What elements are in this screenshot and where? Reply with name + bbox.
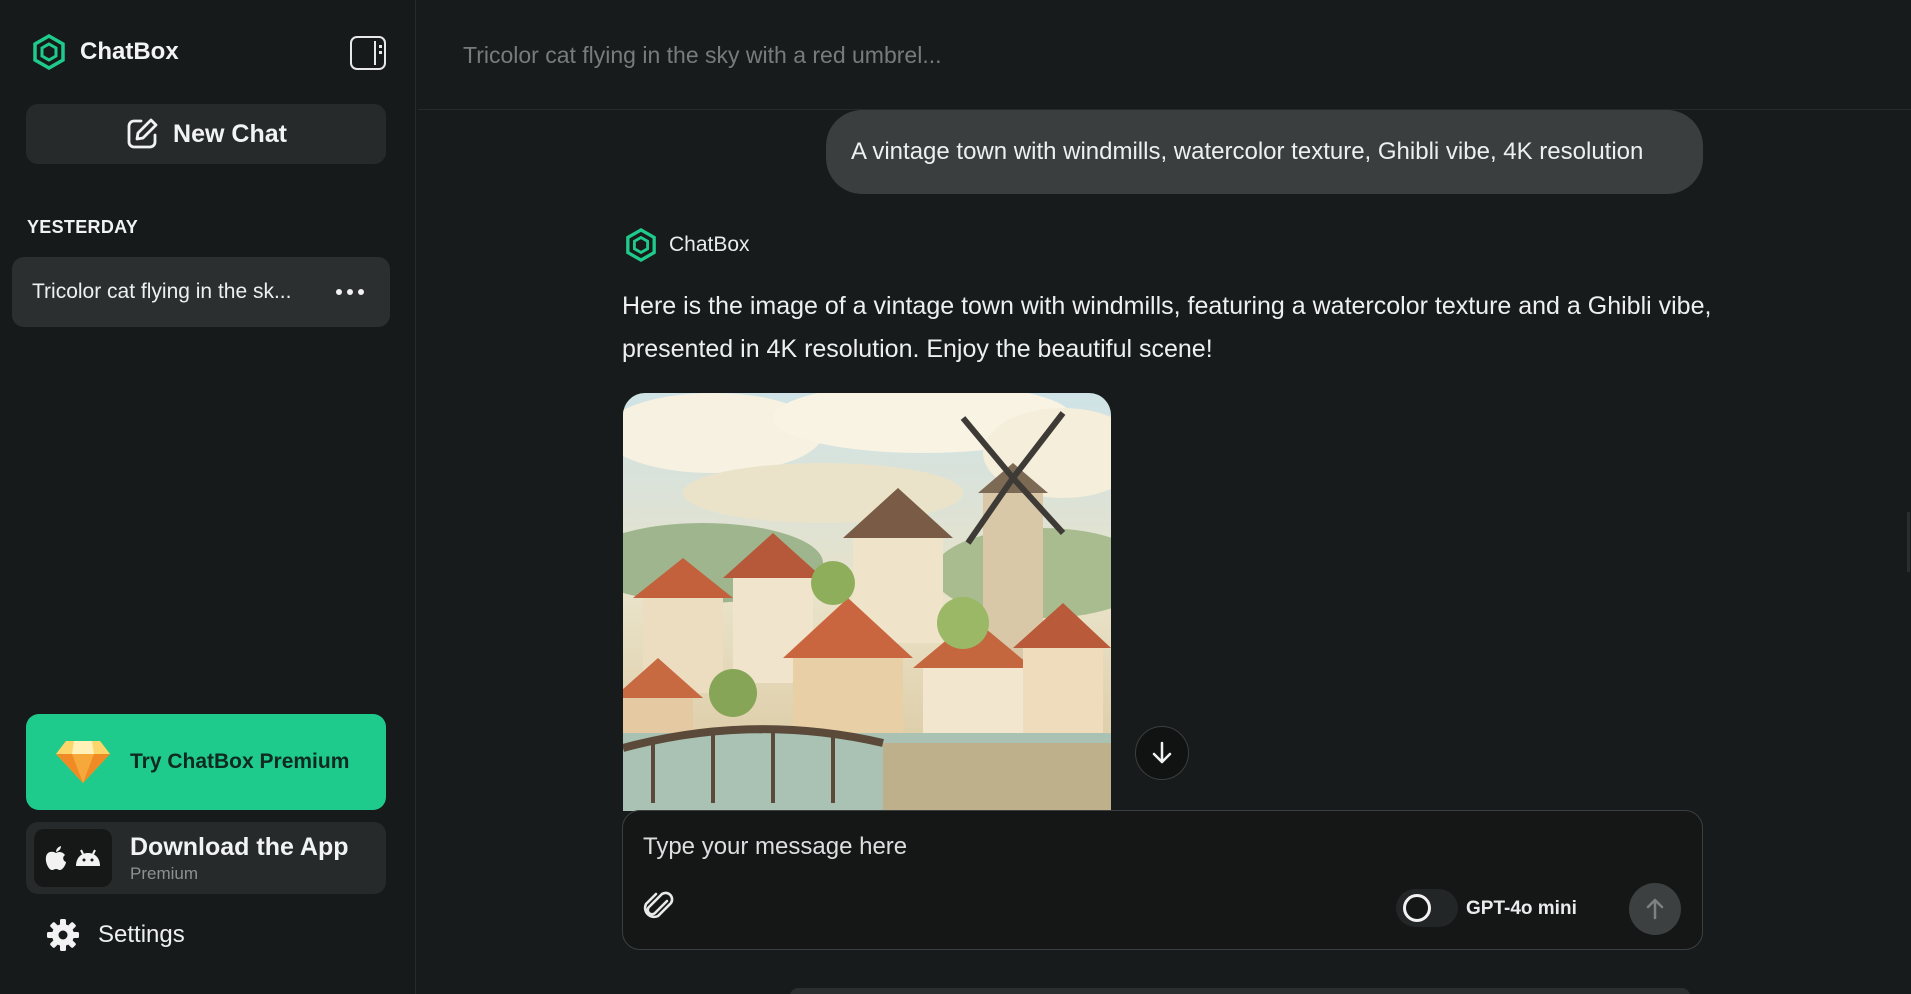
chat-title[interactable]: Tricolor cat flying in the sky with a re… <box>463 42 942 69</box>
download-app-button[interactable]: Download the App Premium <box>26 822 386 894</box>
arrow-up-icon <box>1646 898 1664 920</box>
bot-message-text: Here is the image of a vintage town with… <box>622 292 1712 363</box>
history-section-label: YESTERDAY <box>27 217 139 237</box>
platform-icons <box>34 829 112 887</box>
bottom-edge-element <box>790 988 1690 994</box>
model-label[interactable]: GPT-4o mini <box>1466 898 1577 920</box>
brand[interactable]: ChatBox <box>32 34 179 70</box>
message-composer: GPT-4o mini <box>622 810 1703 950</box>
watercolor-town-image[interactable] <box>623 393 1111 811</box>
edit-icon <box>127 118 158 149</box>
chat-header: Tricolor cat flying in the sky with a re… <box>418 0 1911 110</box>
gear-icon <box>47 919 79 951</box>
history-item[interactable]: Tricolor cat flying in the sk... <box>12 257 390 327</box>
download-text: Download the App Premium <box>130 833 349 884</box>
more-icon[interactable] <box>330 283 370 301</box>
toggle-knob <box>1403 894 1431 922</box>
diamond-icon <box>56 741 110 783</box>
logo-icon <box>626 228 656 262</box>
download-subtitle: Premium <box>130 863 199 883</box>
model-toggle[interactable] <box>1396 889 1458 927</box>
android-icon <box>76 849 100 866</box>
arrow-down-icon <box>1152 741 1172 764</box>
apple-icon <box>45 846 66 870</box>
paperclip-icon[interactable] <box>643 889 675 928</box>
new-chat-button[interactable]: New Chat <box>26 104 386 164</box>
logo-icon <box>33 34 65 70</box>
message-input[interactable] <box>643 829 1543 865</box>
bot-name: ChatBox <box>669 233 750 256</box>
sidebar-toggle-icon[interactable] <box>350 36 386 70</box>
bot-message-header: ChatBox <box>625 228 750 262</box>
premium-button[interactable]: Try ChatBox Premium <box>26 714 386 810</box>
user-message-bubble: A vintage town with windmills, watercolo… <box>826 110 1703 194</box>
generated-image <box>623 393 1111 811</box>
brand-title: ChatBox <box>80 38 179 65</box>
sidebar: ChatBox New Chat YESTERDAY Tricolor cat … <box>0 0 416 994</box>
scroll-down-button[interactable] <box>1135 726 1189 780</box>
history-item-label: Tricolor cat flying in the sk... <box>32 280 292 303</box>
scrollbar[interactable] <box>1907 512 1910 572</box>
settings-label: Settings <box>98 921 185 948</box>
new-chat-label: New Chat <box>173 119 287 148</box>
premium-label: Try ChatBox Premium <box>130 750 350 773</box>
send-button[interactable] <box>1629 883 1681 935</box>
download-title: Download the App <box>130 832 349 861</box>
settings-button[interactable]: Settings <box>46 918 185 952</box>
